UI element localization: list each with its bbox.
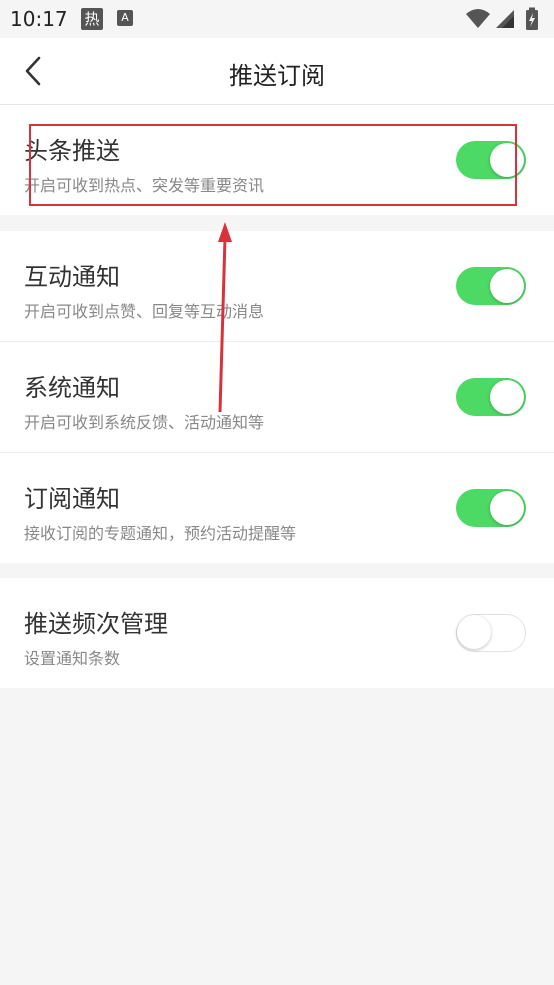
setting-row-interaction: 互动通知 开启可收到点赞、回复等互动消息 (0, 231, 554, 342)
subscription-notify-toggle[interactable] (456, 489, 526, 527)
toggle-knob (490, 269, 524, 303)
system-icons (464, 6, 544, 30)
settings-group-notifications: 互动通知 开启可收到点赞、回复等互动消息 系统通知 开启可收到系统反馈、活动通知… (0, 231, 554, 563)
a-badge-icon: A (117, 10, 133, 26)
setting-title: 推送频次管理 (24, 610, 168, 638)
toggle-knob (490, 143, 524, 177)
toggle-knob (457, 615, 491, 649)
setting-title: 系统通知 (24, 374, 120, 402)
interaction-notify-toggle[interactable] (456, 267, 526, 305)
setting-row-subscription: 订阅通知 接收订阅的专题通知，预约活动提醒等 (0, 453, 554, 563)
setting-title: 头条推送 (24, 137, 120, 165)
setting-row-system: 系统通知 开启可收到系统反馈、活动通知等 (0, 342, 554, 453)
setting-subtitle: 设置通知条数 (24, 649, 121, 668)
setting-title: 订阅通知 (24, 485, 120, 513)
hot-news-icon: 热 (81, 8, 103, 30)
push-frequency-toggle[interactable] (456, 614, 526, 652)
toggle-knob (490, 491, 524, 525)
setting-subtitle: 开启可收到点赞、回复等互动消息 (24, 302, 265, 321)
headline-push-toggle[interactable] (456, 141, 526, 179)
page-title: 推送订阅 (229, 62, 325, 90)
battery-icon (526, 7, 538, 30)
status-bar: 10:17 热 A (0, 0, 554, 38)
setting-row-push-frequency[interactable]: 推送频次管理 设置通知条数 (0, 578, 554, 688)
settings-group-frequency: 推送频次管理 设置通知条数 (0, 578, 554, 688)
system-notify-toggle[interactable] (456, 378, 526, 416)
setting-title: 互动通知 (24, 263, 120, 291)
settings-group-headline: 头条推送 开启可收到热点、突发等重要资讯 (0, 105, 554, 215)
setting-subtitle: 接收订阅的专题通知，预约活动提醒等 (24, 524, 297, 543)
nav-header: 推送订阅 (0, 38, 554, 105)
setting-subtitle: 开启可收到系统反馈、活动通知等 (24, 413, 265, 432)
status-time: 10:17 (10, 7, 68, 31)
setting-subtitle: 开启可收到热点、突发等重要资讯 (24, 176, 265, 195)
cell-signal-icon (496, 10, 514, 28)
wifi-icon (466, 9, 490, 28)
setting-row-headline-push: 头条推送 开启可收到热点、突发等重要资讯 (0, 105, 554, 215)
toggle-knob (490, 380, 524, 414)
